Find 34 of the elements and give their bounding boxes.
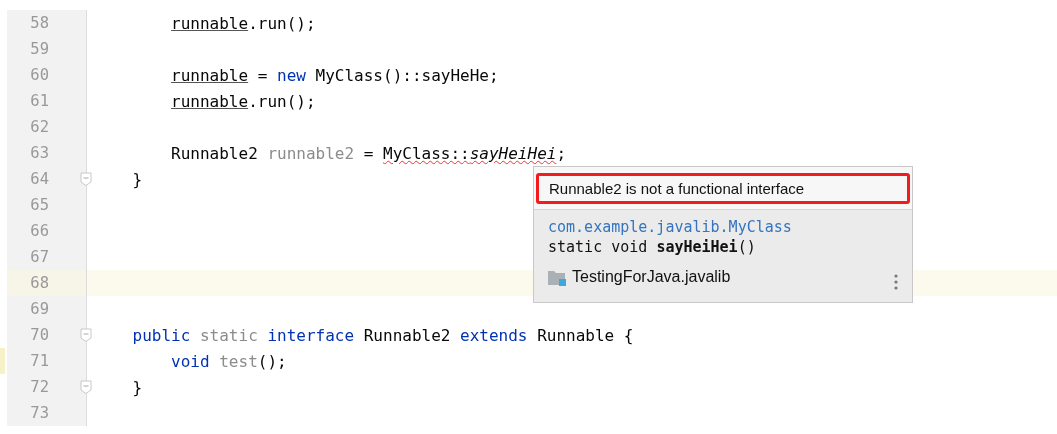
class-path: com.example.javalib.MyClass: [548, 218, 793, 236]
line-number: 61: [29, 92, 49, 110]
code-line: runnable = new MyClass()::sayHeHe;: [171, 65, 499, 85]
line-number: 67: [29, 248, 49, 266]
line-number: 64: [29, 170, 49, 188]
line-number: 58: [29, 14, 49, 32]
line-number: 60: [29, 66, 49, 84]
line-number: 72: [29, 378, 49, 396]
error-message: Runnable2 is not a functional interface: [536, 173, 910, 204]
more-icon[interactable]: [894, 274, 898, 290]
code-line: runnable.run();: [171, 91, 316, 111]
code-line: Runnable2 runnable2 = MyClass::sayHeiHei;: [171, 143, 567, 163]
code-line: public static interface Runnable2 extends Runnable {: [132, 325, 634, 345]
folder-icon: [548, 268, 566, 286]
line-number: 68: [29, 274, 49, 292]
fold-icon[interactable]: [80, 380, 92, 394]
line-number: 71: [29, 352, 49, 370]
line-number: 59: [29, 40, 49, 58]
line-number: 62: [29, 118, 49, 136]
line-number: 69: [29, 300, 49, 318]
method-signature: static void sayHeiHei(): [548, 238, 757, 256]
line-number: 70: [29, 326, 49, 344]
module-name: TestingForJava.javalib: [572, 268, 732, 286]
line-number: 73: [29, 404, 49, 422]
fold-icon[interactable]: [80, 328, 92, 342]
change-marker: [0, 348, 5, 374]
code-line: }: [132, 377, 143, 397]
fold-icon[interactable]: [80, 172, 92, 186]
line-number: 63: [29, 144, 49, 162]
code-line: void test();: [171, 351, 287, 371]
code-line: }: [132, 169, 143, 189]
code-line: runnable.run();: [171, 13, 316, 33]
line-number: 65: [29, 196, 49, 214]
line-number: 66: [29, 222, 49, 240]
